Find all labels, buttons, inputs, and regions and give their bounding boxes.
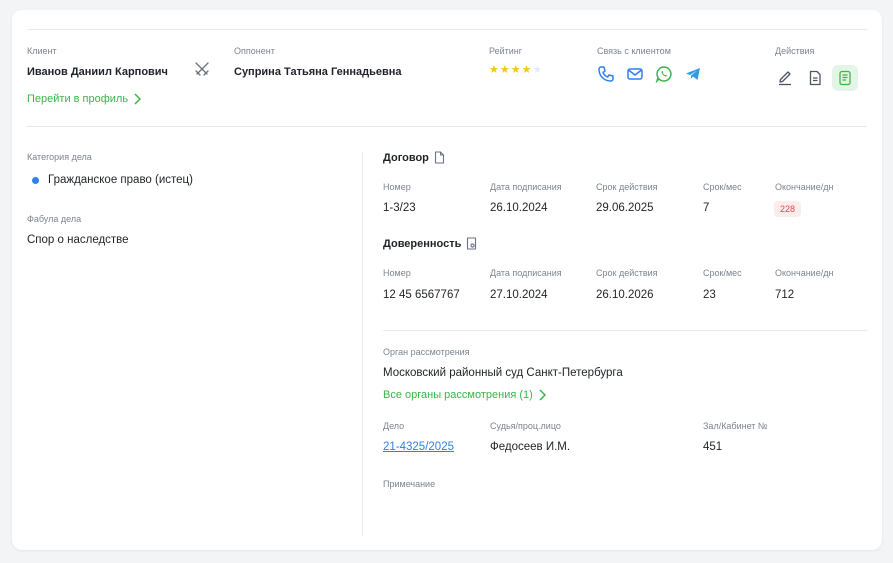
phone-icon[interactable] <box>597 65 615 83</box>
star-filled-icon: ★ <box>521 64 532 76</box>
case-label: Дело <box>383 421 405 431</box>
column-divider <box>362 152 363 536</box>
contact-label: Связь с клиентом <box>597 46 671 56</box>
notes-icon <box>837 70 853 86</box>
power-signed: 27.10.2024 <box>490 289 548 301</box>
power-col-days: Окончание/дн <box>775 268 834 278</box>
document-button[interactable] <box>802 65 828 91</box>
rating-stars: ★ ★ ★ ★ ★ <box>489 65 542 76</box>
contact-icons <box>597 65 702 83</box>
power-days: 712 <box>775 289 795 301</box>
contract-col-months: Срок/мес <box>703 182 742 192</box>
court-divider <box>383 330 867 331</box>
contract-col-number: Номер <box>383 182 411 192</box>
opponent-label: Оппонент <box>234 46 275 56</box>
whatsapp-icon[interactable] <box>655 65 673 83</box>
top-divider <box>27 29 867 30</box>
header-divider <box>27 126 867 127</box>
mail-icon[interactable] <box>626 65 644 83</box>
contract-col-days: Окончание/дн <box>775 182 834 192</box>
contract-signed: 26.10.2024 <box>490 202 548 214</box>
organ-value: Московский районный суд Санкт-Петербурга <box>383 367 623 379</box>
contract-months: 7 <box>703 202 710 214</box>
edit-button[interactable] <box>772 65 798 91</box>
category-item: Гражданское право (истец) <box>32 174 193 186</box>
category-label: Категория дела <box>27 152 92 162</box>
fabula-value: Спор о наследстве <box>27 234 129 246</box>
actions-label: Действия <box>775 46 815 56</box>
power-months: 23 <box>703 289 716 301</box>
power-heading: Доверенность <box>383 237 477 250</box>
edit-icon <box>777 70 793 86</box>
certificate-icon[interactable] <box>466 237 477 250</box>
room-value: 451 <box>703 441 723 453</box>
document-icon <box>807 70 823 86</box>
power-title: Доверенность <box>383 237 462 250</box>
judge-value: Федосеев И.М. <box>490 441 571 453</box>
case-number-link[interactable]: 21-4325/2025 <box>383 441 454 453</box>
power-col-signed: Дата подписания <box>490 268 562 278</box>
action-buttons <box>772 65 858 91</box>
all-organs-link[interactable]: Все органы рассмотрения (1) <box>383 389 546 401</box>
room-label: Зал/Кабинет № <box>703 421 768 431</box>
power-number: 12 45 6567767 <box>383 289 460 301</box>
fabula-label: Фабула дела <box>27 214 82 224</box>
category-dot <box>32 176 39 184</box>
profile-link-label: Перейти в профиль <box>27 93 129 105</box>
star-filled-icon: ★ <box>499 64 510 76</box>
note-label: Примечание <box>383 479 436 489</box>
swords-icon <box>193 60 211 78</box>
contract-col-signed: Дата подписания <box>490 182 562 192</box>
power-term: 26.10.2026 <box>596 289 654 301</box>
contract-number: 1-3/23 <box>383 202 416 214</box>
contract-days-badge: 228 <box>774 201 802 217</box>
file-icon[interactable] <box>434 151 445 164</box>
client-name[interactable]: Иванов Даниил Карпович <box>27 66 168 78</box>
contract-col-term: Срок действия <box>596 182 658 192</box>
chevron-right-icon <box>538 389 546 401</box>
star-filled-icon: ★ <box>489 64 499 76</box>
chevron-right-icon <box>133 93 142 105</box>
client-label: Клиент <box>27 46 57 56</box>
organ-label: Орган рассмотрения <box>383 347 470 357</box>
star-filled-icon: ★ <box>510 64 521 76</box>
power-col-months: Срок/мес <box>703 268 742 278</box>
contract-title: Договор <box>383 151 429 164</box>
power-col-term: Срок действия <box>596 268 658 278</box>
telegram-icon[interactable] <box>684 65 702 83</box>
contract-heading: Договор <box>383 151 445 164</box>
category-value: Гражданское право (истец) <box>48 174 193 186</box>
power-col-number: Номер <box>383 268 411 278</box>
opponent-name: Суприна Татьяна Геннадьевна <box>234 66 402 78</box>
profile-link[interactable]: Перейти в профиль <box>27 93 142 105</box>
contract-term: 29.06.2025 <box>596 202 654 214</box>
star-empty-icon: ★ <box>532 64 543 76</box>
all-organs-label: Все органы рассмотрения (1) <box>383 389 533 401</box>
case-card: Клиент Иванов Даниил Карпович Перейти в … <box>12 10 882 550</box>
rating-label: Рейтинг <box>489 46 523 56</box>
notes-button[interactable] <box>832 65 858 91</box>
judge-label: Судья/проц.лицо <box>490 421 561 431</box>
